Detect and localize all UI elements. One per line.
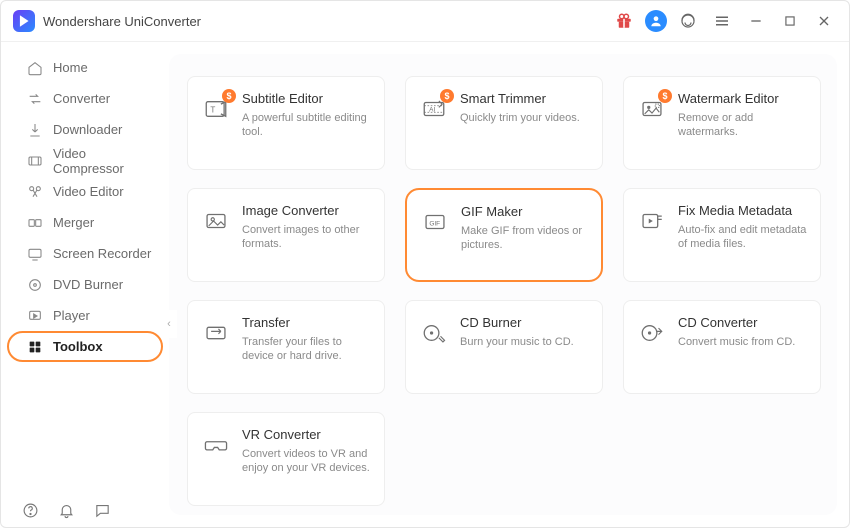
paid-badge: $: [440, 89, 454, 103]
tool-desc: Remove or add watermarks.: [678, 111, 808, 141]
tool-card-transfer[interactable]: Transfer Transfer your files to device or…: [187, 300, 385, 394]
image-converter-icon: [202, 207, 230, 235]
sidebar-item-label: Video Compressor: [53, 146, 155, 176]
sidebar-item-dvd-burner[interactable]: DVD Burner: [7, 269, 163, 300]
body: Home Converter Downloader Video Compress…: [1, 42, 849, 527]
sidebar-item-player[interactable]: Player: [7, 300, 163, 331]
cd-burner-icon: [420, 319, 448, 347]
tool-desc: Make GIF from videos or pictures.: [461, 224, 589, 254]
tool-title: CD Converter: [678, 315, 795, 331]
help-icon[interactable]: [19, 499, 41, 521]
tool-title: CD Burner: [460, 315, 574, 331]
tool-desc: Burn your music to CD.: [460, 335, 574, 350]
tool-desc: Quickly trim your videos.: [460, 111, 580, 126]
tool-title: VR Converter: [242, 427, 372, 443]
tool-card-cd-burner[interactable]: CD Burner Burn your music to CD.: [405, 300, 603, 394]
gift-icon[interactable]: [611, 8, 637, 34]
sidebar-item-converter[interactable]: Converter: [7, 83, 163, 114]
fix-media-metadata-icon: [638, 207, 666, 235]
sidebar-collapse-handle[interactable]: ‹: [161, 310, 177, 338]
tool-card-gif-maker[interactable]: GIF Maker Make GIF from videos or picture…: [405, 188, 603, 282]
tool-desc: Auto-fix and edit metadata of media file…: [678, 223, 808, 253]
tool-card-smart-trimmer[interactable]: $ Smart Trimmer Quickly trim your videos.: [405, 76, 603, 170]
sidebar-item-label: Player: [53, 308, 90, 323]
toolbox-panel: $ Subtitle Editor A powerful subtitle edit…: [169, 54, 837, 515]
titlebar: Wondershare UniConverter: [1, 1, 849, 42]
sidebar-item-label: Screen Recorder: [53, 246, 151, 261]
content-area: $ Subtitle Editor A powerful subtitle edit…: [169, 42, 849, 527]
maximize-icon[interactable]: [777, 8, 803, 34]
sidebar-item-label: Video Editor: [53, 184, 124, 199]
sidebar-item-label: Toolbox: [53, 339, 103, 354]
tool-card-cd-converter[interactable]: CD Converter Convert music from CD.: [623, 300, 821, 394]
tool-card-subtitle-editor[interactable]: $ Subtitle Editor A powerful subtitle edit…: [187, 76, 385, 170]
tool-desc: Convert images to other formats.: [242, 223, 372, 253]
watermark-editor-icon: $: [638, 95, 666, 123]
paid-badge: $: [658, 89, 672, 103]
app-window: Wondershare UniConverter Home: [0, 0, 850, 528]
sidebar-item-video-editor[interactable]: Video Editor: [7, 176, 163, 207]
sidebar-item-label: Merger: [53, 215, 94, 230]
sidebar-bottom: [19, 499, 113, 521]
tool-title: Transfer: [242, 315, 372, 331]
tool-desc: Convert videos to VR and enjoy on your V…: [242, 447, 372, 477]
sidebar-item-label: Downloader: [53, 122, 122, 137]
paid-badge: $: [222, 89, 236, 103]
sidebar-item-downloader[interactable]: Downloader: [7, 114, 163, 145]
hamburger-icon[interactable]: [709, 8, 735, 34]
subtitle-editor-icon: $: [202, 95, 230, 123]
support-icon[interactable]: [675, 8, 701, 34]
tool-card-image-converter[interactable]: Image Converter Convert images to other f…: [187, 188, 385, 282]
close-icon[interactable]: [811, 8, 837, 34]
tool-card-fix-media-metadata[interactable]: Fix Media Metadata Auto-fix and edit meta…: [623, 188, 821, 282]
minimize-icon[interactable]: [743, 8, 769, 34]
bell-icon[interactable]: [55, 499, 77, 521]
tool-title: Image Converter: [242, 203, 372, 219]
transfer-icon: [202, 319, 230, 347]
tool-grid: $ Subtitle Editor A powerful subtitle edit…: [187, 76, 825, 506]
tool-desc: Convert music from CD.: [678, 335, 795, 350]
sidebar-item-merger[interactable]: Merger: [7, 207, 163, 238]
tool-desc: A powerful subtitle editing tool.: [242, 111, 372, 141]
tool-title: GIF Maker: [461, 204, 589, 220]
sidebar-item-home[interactable]: Home: [7, 52, 163, 83]
comment-icon[interactable]: [91, 499, 113, 521]
app-logo: [13, 10, 35, 32]
tool-desc: Transfer your files to device or hard dr…: [242, 335, 372, 365]
sidebar: Home Converter Downloader Video Compress…: [1, 42, 169, 527]
gif-maker-icon: [421, 208, 449, 236]
sidebar-item-label: DVD Burner: [53, 277, 123, 292]
tool-title: Watermark Editor: [678, 91, 808, 107]
sidebar-item-video-compressor[interactable]: Video Compressor: [7, 145, 163, 176]
sidebar-item-toolbox[interactable]: Toolbox: [7, 331, 163, 362]
vr-converter-icon: [202, 431, 230, 459]
smart-trimmer-icon: $: [420, 95, 448, 123]
app-title: Wondershare UniConverter: [43, 14, 201, 29]
sidebar-item-label: Home: [53, 60, 88, 75]
account-icon[interactable]: [645, 10, 667, 32]
tool-title: Smart Trimmer: [460, 91, 580, 107]
sidebar-item-label: Converter: [53, 91, 110, 106]
tool-card-vr-converter[interactable]: VR Converter Convert videos to VR and enj…: [187, 412, 385, 506]
tool-title: Subtitle Editor: [242, 91, 372, 107]
tool-card-watermark-editor[interactable]: $ Watermark Editor Remove or add watermark…: [623, 76, 821, 170]
tool-title: Fix Media Metadata: [678, 203, 808, 219]
sidebar-item-screen-recorder[interactable]: Screen Recorder: [7, 238, 163, 269]
cd-converter-icon: [638, 319, 666, 347]
